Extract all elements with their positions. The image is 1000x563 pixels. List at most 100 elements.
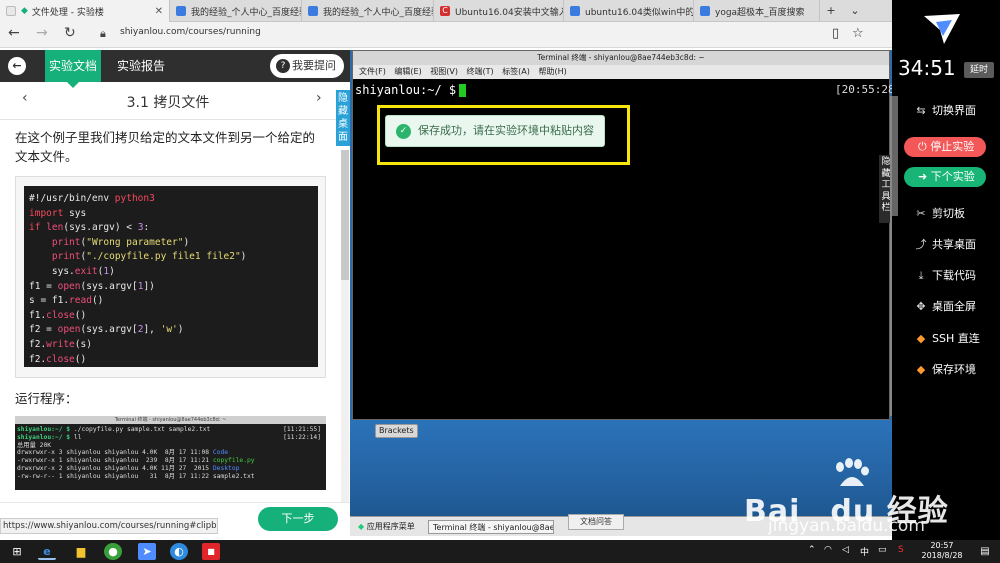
tab-ubuntu-input[interactable]: C Ubuntu16.04安装中文输入法 bbox=[434, 0, 564, 22]
prev-section-chevron-icon[interactable]: ‹ bbox=[22, 90, 28, 106]
url-field[interactable]: shiyanlou.com/courses/running bbox=[120, 27, 261, 37]
tab-label: ubuntu16.04类似win中的画 bbox=[585, 7, 694, 18]
tab-label: yoga超极本_百度搜索 bbox=[715, 7, 805, 18]
menu-view[interactable]: 视图(V) bbox=[430, 67, 458, 76]
ask-question-button[interactable]: ? 我要提问 bbox=[270, 54, 344, 78]
app-menu-label: 应用程序菜单 bbox=[366, 522, 415, 531]
wifi-icon[interactable]: ◠ bbox=[824, 545, 832, 555]
diamond-icon: ◆ bbox=[916, 332, 926, 345]
share-desktop-button[interactable]: ⤴ 共享桌面 bbox=[914, 236, 977, 252]
tab-close-icon[interactable]: ✕ bbox=[149, 6, 163, 17]
lab-timer: 34:51 bbox=[898, 56, 956, 80]
terminal-task-button[interactable]: Terminal 终端 - shiyanlou@8ae... bbox=[428, 520, 554, 534]
tab-label: 我的经验_个人中心_百度经验 bbox=[191, 7, 302, 18]
baidu-favicon-icon bbox=[176, 6, 186, 16]
back-arrow-icon[interactable]: ← bbox=[8, 25, 20, 41]
wechat-icon[interactable]: ● bbox=[104, 543, 122, 560]
switch-interface-button[interactable]: ⇆ 切换界面 bbox=[914, 102, 976, 118]
tab-list-chevron-icon[interactable]: ⌄ bbox=[844, 0, 866, 22]
panel-scrollbar[interactable] bbox=[892, 96, 898, 396]
run-program-label: 运行程序： bbox=[15, 391, 78, 406]
item-label: 切换界面 bbox=[932, 104, 976, 117]
new-tab-button[interactable]: + bbox=[820, 0, 842, 22]
switch-icon: ⇆ bbox=[916, 104, 926, 117]
next-step-button[interactable]: 下一步 bbox=[258, 507, 338, 531]
doc-qa-button[interactable]: 文档问答 bbox=[568, 514, 624, 530]
terminal-screenshot-image: Terminal 终端 - shiyanlou@8ae744eb3c8d: ~ … bbox=[15, 416, 326, 490]
tab-label: Ubuntu16.04安装中文输入法 bbox=[455, 7, 563, 18]
taskbar-clock[interactable]: 20:57 2018/8/28 bbox=[918, 541, 966, 561]
panel-scrollbar-thumb[interactable] bbox=[892, 96, 898, 216]
ask-label: 我要提问 bbox=[292, 59, 336, 72]
hide-desktop-button[interactable]: 隐藏桌面 bbox=[336, 90, 350, 146]
menu-tabs[interactable]: 标签(A) bbox=[502, 67, 530, 76]
address-bar: ← → ↻ 🔒︎ shiyanlou.com/courses/running ▯… bbox=[0, 22, 1000, 48]
doc-scrollbar[interactable] bbox=[341, 150, 349, 510]
tab-lab-doc[interactable]: 实验文档 bbox=[45, 50, 101, 88]
tab-ubuntu-paint[interactable]: ubuntu16.04类似win中的画 bbox=[564, 0, 694, 22]
doc-header: ← 实验文档 实验报告 ? 我要提问 bbox=[0, 50, 350, 88]
tab-baidu-jingyan-2[interactable]: 我的经验_个人中心_百度经验 bbox=[302, 0, 434, 22]
tab-label: 我的经验_个人中心_百度经验 bbox=[323, 7, 434, 18]
tab-shiyanlou[interactable]: ◆ 文件处理 - 实验楼 ✕ bbox=[0, 0, 170, 22]
input-lang[interactable]: 中 bbox=[860, 545, 869, 558]
section-title: 3.1 拷贝文件 bbox=[126, 95, 210, 111]
save-success-toast: ✓ 保存成功，请在实验环境中粘贴内容 bbox=[385, 115, 605, 147]
terminal-menubar: 文件(F) 编辑(E) 视图(V) 终端(T) 标签(A) 帮助(H) bbox=[353, 65, 889, 79]
save-environment-button[interactable]: ◆ 保存环境 bbox=[914, 361, 976, 377]
clock-time: 20:57 bbox=[930, 541, 954, 550]
stop-label: 停止实验 bbox=[930, 140, 975, 153]
download-code-button[interactable]: ⤓ 下载代码 bbox=[914, 267, 976, 283]
tab-label: 文件处理 - 实验楼 bbox=[31, 7, 104, 18]
tray-chevron-icon[interactable]: ⌃ bbox=[808, 545, 816, 555]
code-content: #!/usr/bin/env python3 import sys if len… bbox=[24, 186, 318, 367]
refresh-icon[interactable]: ↻ bbox=[64, 25, 76, 41]
qq-browser-icon[interactable]: ◐ bbox=[170, 543, 188, 560]
edge-browser-icon[interactable]: e bbox=[38, 543, 56, 560]
fullscreen-button[interactable]: ✥ 桌面全屏 bbox=[914, 298, 976, 314]
home-arrow-icon[interactable]: ← bbox=[8, 57, 26, 75]
app-menu-button[interactable]: ◆ 应用程序菜单 bbox=[354, 520, 419, 534]
notification-icon[interactable]: ▤ bbox=[976, 543, 994, 560]
item-label: 保存环境 bbox=[932, 363, 976, 376]
menu-edit[interactable]: 编辑(E) bbox=[394, 67, 421, 76]
volume-icon[interactable]: ◁ bbox=[842, 545, 849, 555]
reading-view-icon[interactable]: ▯ bbox=[832, 26, 839, 41]
item-label: 剪切板 bbox=[932, 207, 965, 220]
app-red-icon[interactable]: ■ bbox=[202, 543, 220, 560]
file-explorer-icon[interactable]: ▆ bbox=[72, 543, 90, 560]
intro-text: 在这个例子里我们拷贝给定的文本文件到另一个给定的文本文件。 bbox=[15, 130, 316, 164]
next-section-chevron-icon[interactable]: › bbox=[316, 90, 322, 106]
terminal-window[interactable]: Terminal 终端 - shiyanlou@8ae744eb3c8d: ~ … bbox=[352, 50, 901, 420]
clipboard-button[interactable]: ✂ 剪切板 bbox=[914, 205, 965, 221]
menu-help[interactable]: 帮助(H) bbox=[538, 67, 566, 76]
lock-icon: 🔒︎ bbox=[100, 27, 106, 40]
browser-tab-bar: ◆ 文件处理 - 实验楼 ✕ 我的经验_个人中心_百度经验 我的经验_个人中心_… bbox=[0, 0, 1000, 22]
item-label: 下载代码 bbox=[932, 269, 976, 282]
tab-baidu-jingyan-1[interactable]: 我的经验_个人中心_百度经验 bbox=[170, 0, 302, 22]
section-nav: 3.1 拷贝文件 ‹ › bbox=[0, 82, 336, 120]
favorite-star-icon[interactable]: ☆ bbox=[852, 26, 864, 41]
next-lab-button[interactable]: ➜ 下个实验 bbox=[904, 167, 986, 187]
keyboard-icon[interactable]: ▭ bbox=[878, 545, 887, 555]
power-icon: ⏻ bbox=[918, 140, 931, 153]
ime-icon[interactable]: S bbox=[898, 545, 904, 555]
item-label: 共享桌面 bbox=[932, 238, 976, 251]
stop-lab-button[interactable]: ⏻ 停止实验 bbox=[904, 137, 986, 157]
forward-arrow-icon[interactable]: → bbox=[36, 25, 48, 41]
menu-file[interactable]: 文件(F) bbox=[359, 67, 386, 76]
windows-start-icon[interactable]: ⊞ bbox=[8, 543, 26, 560]
ssh-connect-button[interactable]: ◆ SSH 直连 bbox=[914, 330, 980, 346]
menu-terminal[interactable]: 终端(T) bbox=[467, 67, 494, 76]
next-label: 下个实验 bbox=[930, 170, 975, 183]
extend-time-button[interactable]: 延时 bbox=[964, 62, 994, 78]
tab-yoga-search[interactable]: yoga超极本_百度搜索 bbox=[694, 0, 820, 22]
item-label: 桌面全屏 bbox=[932, 300, 976, 313]
checkmark-icon: ✓ bbox=[396, 124, 411, 139]
brackets-desktop-icon[interactable]: Brackets bbox=[375, 424, 418, 438]
shiyanlou-app-icon[interactable]: ➤ bbox=[138, 543, 156, 560]
tab-lab-report[interactable]: 实验报告 bbox=[117, 50, 165, 82]
scrollbar-thumb[interactable] bbox=[341, 150, 349, 280]
windows-taskbar: ⊞ e ▆ ● ➤ ◐ ■ ⌃ ◠ ◁ 中 ▭ S 20:57 2018/8/2… bbox=[0, 540, 1000, 563]
diamond-icon: ◆ bbox=[916, 363, 926, 376]
